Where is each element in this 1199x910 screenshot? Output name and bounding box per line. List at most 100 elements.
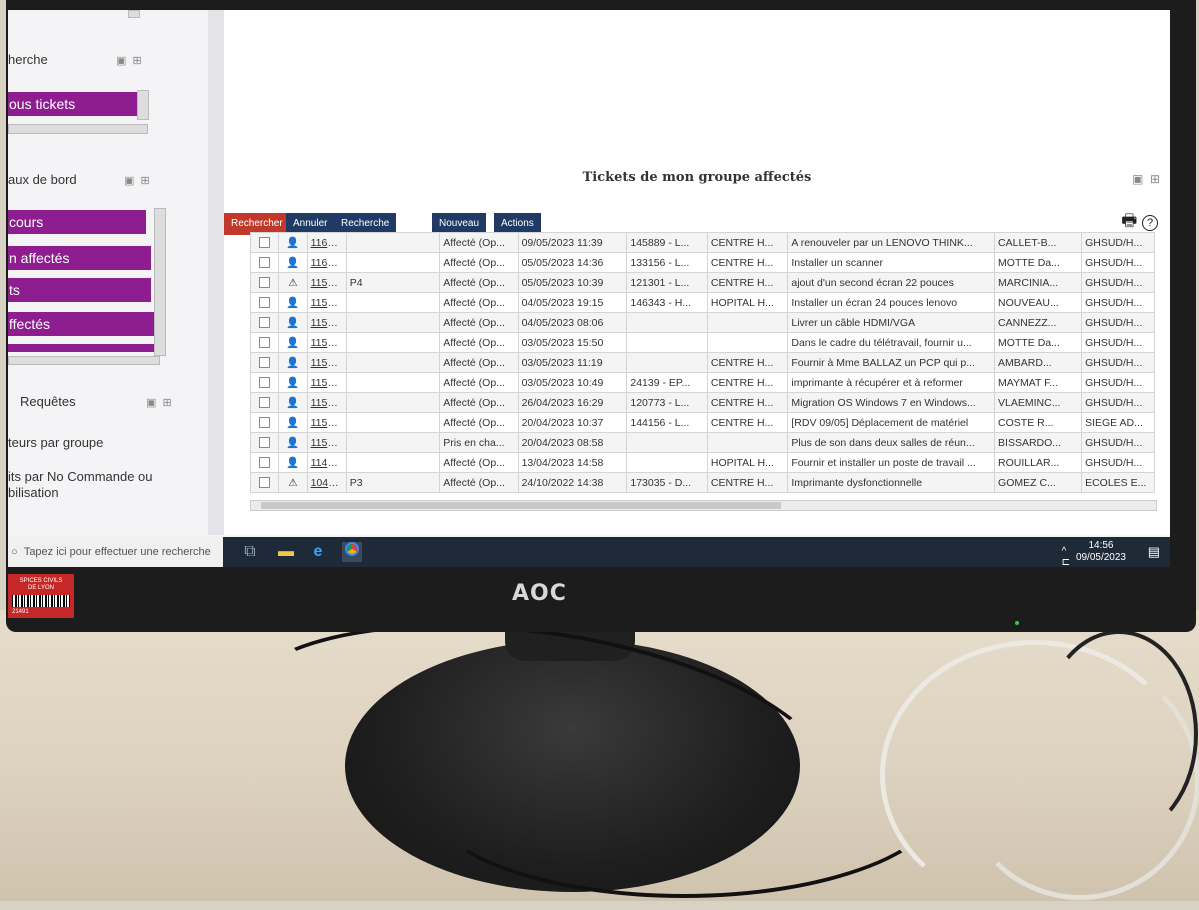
sidebar-item-tickets[interactable]: ts bbox=[8, 278, 151, 302]
ticket-id-link[interactable]: 1159448 bbox=[306, 292, 347, 313]
ticket-id-link[interactable]: 1160750 bbox=[306, 232, 347, 253]
ticket-date: 04/05/2023 19:15 bbox=[517, 292, 628, 313]
requete-item-2[interactable]: its par No Commande ou bbox=[8, 468, 153, 485]
row-checkbox[interactable] bbox=[249, 232, 280, 253]
checkbox[interactable] bbox=[259, 457, 271, 469]
table-row[interactable]: 👤 1160750 Affecté (Op...09/05/2023 11:3914… bbox=[249, 232, 1155, 253]
ticket-id-link[interactable]: 1158541 bbox=[306, 312, 347, 333]
row-checkbox[interactable] bbox=[249, 352, 280, 373]
panel-controls[interactable]: ▣ ⊞ bbox=[1132, 172, 1160, 186]
ticket-site bbox=[706, 332, 789, 353]
table-row[interactable]: 👤 1159448 Affecté (Op...04/05/2023 19:1514… bbox=[249, 292, 1155, 313]
row-checkbox[interactable] bbox=[249, 372, 280, 393]
tableaux-scrollbar[interactable] bbox=[154, 208, 166, 356]
checkbox[interactable] bbox=[259, 277, 271, 289]
row-checkbox[interactable] bbox=[249, 252, 280, 273]
tableaux-hscrollbar[interactable] bbox=[8, 356, 160, 365]
table-row[interactable]: ⚠ 1159741P4Affecté (Op...05/05/2023 10:39… bbox=[249, 272, 1155, 293]
tickets-table: 👤1160750Affecté (Op...09/05/2023 11:3914… bbox=[249, 232, 1155, 493]
tray-icons[interactable]: ^ ⊏ ◁ bbox=[1062, 546, 1070, 567]
ticket-id-link[interactable]: 1154525 bbox=[306, 392, 347, 413]
user-icon: 👤 bbox=[286, 337, 300, 349]
table-row[interactable]: 👤 1147996 Affecté (Op...13/04/2023 14:58 HO… bbox=[249, 452, 1155, 473]
ticket-priority bbox=[345, 332, 441, 353]
task-view-icon[interactable]: ⧉ bbox=[240, 542, 260, 562]
file-explorer-icon[interactable]: ▬ bbox=[276, 542, 296, 562]
ticket-id-link[interactable]: 1046102 bbox=[306, 472, 347, 493]
sidebar-splitter[interactable] bbox=[208, 10, 224, 535]
checkbox[interactable] bbox=[259, 297, 271, 309]
row-checkbox[interactable] bbox=[249, 452, 280, 473]
section-requetes-icons[interactable]: ▣ ⊞ bbox=[146, 396, 172, 409]
row-checkbox[interactable] bbox=[249, 292, 280, 313]
ticket-id-link[interactable]: 1147996 bbox=[306, 452, 347, 473]
ticket-id-link[interactable]: 1151030 bbox=[306, 432, 347, 453]
ticket-priority bbox=[345, 392, 441, 413]
ticket-id-link[interactable]: 1159741 bbox=[306, 272, 347, 293]
row-checkbox[interactable] bbox=[249, 272, 280, 293]
table-row[interactable]: 👤 1151030 Pris en cha...20/04/2023 08:58 Pl… bbox=[249, 432, 1155, 453]
row-checkbox[interactable] bbox=[249, 392, 280, 413]
table-row[interactable]: 👤 1158425 Affecté (Op...03/05/2023 15:50 Da… bbox=[249, 332, 1155, 353]
table-row[interactable]: 👤 1157873 Affecté (Op...03/05/2023 10:4924… bbox=[249, 372, 1155, 393]
checkbox[interactable] bbox=[259, 237, 271, 249]
sidebar-item-affectes[interactable]: ffectés bbox=[8, 312, 154, 336]
table-hscrollbar[interactable] bbox=[250, 500, 1157, 511]
row-checkbox[interactable] bbox=[249, 412, 280, 433]
sidebar-item-non-affectes[interactable]: n affectés bbox=[8, 246, 151, 270]
checkbox[interactable] bbox=[259, 337, 271, 349]
ticket-requester: ROUILLAR... bbox=[994, 452, 1083, 473]
clock[interactable]: 14:56 09/05/2023 bbox=[1076, 540, 1126, 564]
sidebar-scroll-top[interactable] bbox=[128, 10, 140, 18]
table-row[interactable]: 👤 1160062 Affecté (Op...05/05/2023 14:3613… bbox=[249, 252, 1155, 273]
row-checkbox[interactable] bbox=[249, 472, 280, 493]
table-row[interactable]: 👤 1151174 Affecté (Op... 20/04/2023 10:37 14… bbox=[249, 412, 1155, 433]
ticket-requester: NOUVEAU... bbox=[994, 292, 1083, 313]
hscroll-thumb[interactable] bbox=[261, 502, 781, 509]
sidebar-item-tous-tickets[interactable]: ous tickets bbox=[8, 92, 137, 116]
ticket-id-link[interactable]: 1151174 bbox=[306, 412, 347, 433]
black-cable-3 bbox=[1040, 630, 1198, 838]
print-icon[interactable]: 🖶 bbox=[1121, 211, 1137, 230]
help-icon[interactable]: ? bbox=[1142, 215, 1158, 231]
requete-item-2b[interactable]: bilisation bbox=[8, 484, 59, 501]
row-checkbox[interactable] bbox=[249, 312, 280, 333]
checkbox[interactable] bbox=[259, 257, 271, 269]
taskbar-search[interactable]: ○ Tapez ici pour effectuer une recherche bbox=[8, 537, 223, 567]
requete-item-1[interactable]: teurs par groupe bbox=[8, 434, 103, 451]
section-recherche-icons[interactable]: ▣ ⊞ bbox=[116, 54, 142, 67]
recherche-scrollbar[interactable] bbox=[137, 90, 149, 120]
ticket-requester: BISSARDO... bbox=[994, 432, 1083, 453]
ticket-site: CENTRE H... bbox=[706, 232, 789, 253]
ticket-description: Fournir et installer un poste de travail… bbox=[787, 452, 996, 473]
ticket-status: Affecté (Op... bbox=[439, 392, 519, 413]
table-row[interactable]: 👤 1158541 Affecté (Op...04/05/2023 08:06 Li… bbox=[249, 312, 1155, 333]
ticket-id-link[interactable]: 1160062 bbox=[306, 252, 347, 273]
edge-browser-icon[interactable]: e bbox=[308, 542, 328, 562]
ticket-asset bbox=[626, 452, 708, 473]
ticket-requester: CANNEZZ... bbox=[994, 312, 1083, 333]
ticket-id-link[interactable]: 1157873 bbox=[306, 372, 347, 393]
sidebar-item-partial[interactable] bbox=[8, 344, 157, 352]
checkbox[interactable] bbox=[259, 437, 271, 449]
checkbox[interactable] bbox=[259, 357, 271, 369]
row-checkbox[interactable] bbox=[249, 432, 280, 453]
checkbox[interactable] bbox=[259, 317, 271, 329]
notifications-icon[interactable]: ▤ bbox=[1148, 544, 1160, 560]
row-checkbox[interactable] bbox=[249, 332, 280, 353]
ticket-priority: P3 bbox=[345, 472, 441, 493]
checkbox[interactable] bbox=[259, 477, 271, 489]
checkbox[interactable] bbox=[259, 417, 271, 429]
table-row[interactable]: ⚠ 1046102P3Affecté (Op...24/10/2022 14:38… bbox=[249, 472, 1155, 493]
table-row[interactable]: 👤 1154525 Affecté (Op...26/04/2023 16:2912… bbox=[249, 392, 1155, 413]
sidebar-item-en-cours[interactable]: cours bbox=[8, 210, 146, 234]
chrome-browser-icon[interactable] bbox=[342, 542, 362, 562]
table-row[interactable]: 👤 1157951 Affecté (Op...03/05/2023 11:19 CE… bbox=[249, 352, 1155, 373]
ticket-id-link[interactable]: 1157951 bbox=[306, 352, 347, 373]
recherche-hscrollbar[interactable] bbox=[8, 124, 148, 134]
checkbox[interactable] bbox=[259, 397, 271, 409]
section-tableaux-icons[interactable]: ▣ ⊞ bbox=[124, 174, 150, 187]
ticket-description: Installer un scanner bbox=[787, 252, 996, 273]
ticket-id-link[interactable]: 1158425 bbox=[306, 332, 347, 353]
checkbox[interactable] bbox=[259, 377, 271, 389]
